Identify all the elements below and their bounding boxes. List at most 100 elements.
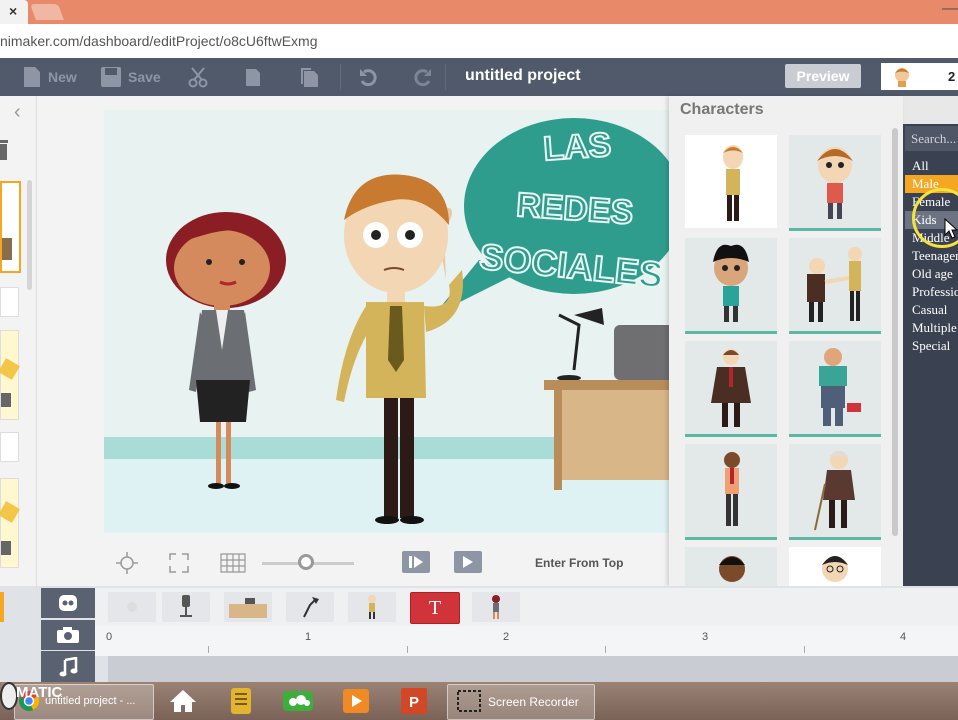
timeline-item-lamp[interactable] (286, 592, 334, 622)
timeline-item-desk[interactable] (224, 592, 272, 622)
character-search-input[interactable]: Search... (905, 126, 958, 151)
paste-button[interactable] (298, 58, 322, 96)
timeline-ruler[interactable] (95, 626, 958, 656)
filter-casual[interactable]: Casual (905, 301, 958, 319)
taskbar-home-app[interactable] (158, 685, 208, 717)
powerpoint-icon: P (401, 688, 427, 714)
character-card[interactable] (789, 341, 881, 437)
characters-panel-title: Characters (680, 101, 764, 118)
user-account[interactable]: 2 (881, 63, 958, 90)
filter-special[interactable]: Special (905, 337, 958, 355)
save-label: Save (128, 69, 161, 85)
window-minimize-icon[interactable]: — (942, 0, 958, 18)
character-card[interactable] (789, 238, 881, 334)
timeline-item-chair[interactable] (162, 592, 210, 622)
address-bar[interactable]: nimaker.com/dashboard/editProject/o8cU6f… (0, 24, 958, 59)
save-disk-icon (101, 67, 121, 87)
character-card[interactable] (685, 238, 777, 334)
character-thumb (814, 451, 855, 531)
copy-button[interactable] (243, 58, 265, 96)
timeline-item-circle[interactable] (108, 592, 156, 622)
collapse-chevron-left-icon[interactable]: ‹ (14, 101, 21, 124)
redo-button[interactable] (413, 58, 433, 96)
preview-button[interactable]: Preview (785, 64, 861, 88)
filter-multiple[interactable]: Multiple (905, 319, 958, 337)
enter-effect-label[interactable]: Enter From Top (535, 556, 623, 570)
filter-all[interactable]: All (905, 157, 958, 175)
new-button[interactable]: New (22, 58, 77, 96)
taskbar-notes-app[interactable] (216, 685, 266, 717)
new-label: New (48, 69, 77, 85)
taskbar-cloud-app[interactable] (273, 685, 323, 717)
scenes-scrollbar[interactable] (27, 180, 32, 290)
scissors-icon (188, 67, 208, 88)
character-card[interactable] (789, 547, 881, 586)
taskbar-powerpoint[interactable]: P (389, 685, 439, 717)
ruler-tick (605, 646, 606, 653)
timeline-camera-tab[interactable] (41, 620, 95, 650)
start-overlay-text: MATIC (16, 684, 63, 701)
step-play-button[interactable] (402, 551, 430, 573)
save-button[interactable]: Save (100, 58, 161, 96)
screen-recorder-icon (457, 690, 481, 712)
ruler-label: 4 (900, 631, 907, 643)
character-card[interactable] (789, 444, 881, 540)
play-button[interactable] (454, 551, 482, 573)
character-card[interactable] (685, 547, 777, 586)
filter-professional[interactable]: Professional (905, 283, 958, 301)
cut-button[interactable] (187, 58, 209, 96)
ruler-label: 3 (702, 631, 709, 643)
character-card[interactable] (685, 444, 777, 540)
filter-old-age[interactable]: Old age (905, 265, 958, 283)
ruler-tick (804, 646, 805, 653)
music-note-icon (59, 656, 78, 676)
characters-scrollbar[interactable] (892, 128, 898, 536)
user-avatar-icon (895, 68, 909, 87)
grid-icon[interactable] (220, 553, 246, 573)
scene-thumbnail[interactable] (0, 287, 19, 317)
bubble-text-line1: LAS (542, 126, 612, 169)
zoom-slider-handle[interactable] (298, 554, 314, 570)
character-card[interactable] (789, 135, 881, 231)
timeline-item-text[interactable]: T (410, 592, 460, 624)
woman-figure-icon (492, 595, 500, 619)
scene-thumbnail-selected[interactable] (0, 181, 21, 273)
new-tab-button[interactable] (30, 4, 64, 20)
filter-teenager[interactable]: Teenager (905, 247, 958, 265)
character-card[interactable] (685, 341, 777, 437)
browser-tab-bar (0, 0, 958, 24)
scene-thumbnail[interactable] (0, 330, 20, 420)
center-target-icon[interactable] (116, 552, 138, 574)
scene-thumbnail[interactable] (0, 432, 19, 462)
cloud-app-icon (283, 691, 313, 711)
copy-icon (246, 69, 260, 86)
undo-button[interactable] (358, 58, 378, 96)
timeline-music-tab[interactable] (41, 651, 95, 682)
ruler-tick (407, 646, 408, 653)
character-thumb (719, 556, 745, 582)
scene-thumbnail[interactable] (0, 478, 20, 568)
tab-close-icon[interactable]: × (9, 3, 17, 19)
timeline-item-man[interactable] (348, 592, 396, 622)
character-thumb (822, 556, 848, 582)
paste-icon (301, 68, 318, 87)
taskbar-media-player[interactable] (331, 685, 381, 717)
project-title[interactable]: untitled project (465, 67, 581, 85)
circle-object-icon (127, 602, 137, 612)
timeline-track[interactable] (108, 656, 958, 682)
character-thumb (713, 244, 749, 322)
lamp-icon (303, 597, 319, 618)
character-thumb (817, 147, 853, 219)
fullscreen-expand-icon[interactable] (168, 552, 190, 574)
character-card[interactable] (685, 135, 777, 228)
trash-icon[interactable] (0, 140, 8, 162)
character-thumb (711, 349, 751, 427)
timeline-item-woman[interactable] (472, 592, 520, 622)
character-thumb (819, 348, 861, 426)
scene-illustration[interactable]: LAS REDES SOCIALES (104, 110, 670, 533)
home-icon (170, 690, 196, 712)
timeline-characters-tab[interactable] (41, 588, 95, 618)
redo-icon (414, 69, 431, 87)
url-text[interactable]: nimaker.com/dashboard/editProject/o8cU6f… (0, 33, 317, 49)
scene-canvas[interactable]: LAS REDES SOCIALES (104, 110, 670, 533)
